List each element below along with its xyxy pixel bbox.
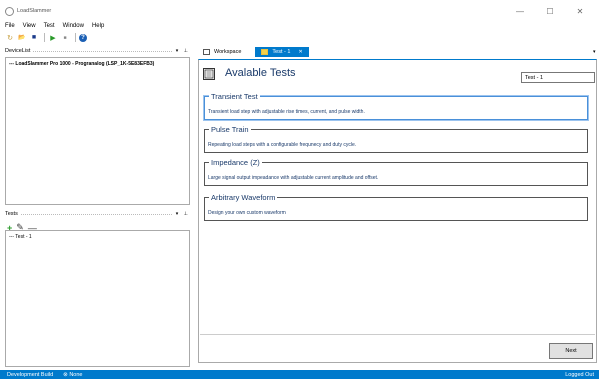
stop-icon[interactable]: ■ [60,33,70,43]
test-option-desc: Design your own custom waveform [208,210,286,216]
menu-bar: File View Test Window Help [0,20,112,31]
pane-controls[interactable]: ▾ ⊥ [176,211,190,217]
test-option-desc: Repeating load steps with a configurable… [208,142,357,148]
test-option-title: Transient Test [209,92,260,101]
tab-test-1-label: Test - 1 [272,49,291,55]
tab-overflow-icon[interactable]: ▾ [593,49,596,55]
tests-list: --- Test - 1 [5,230,190,367]
menu-view[interactable]: View [23,23,36,29]
login-status: Logged Out [565,371,594,378]
test-option-transient[interactable]: Transient Test Transient load step with … [204,92,588,120]
tab-workspace-label: Workspace [214,49,242,55]
test-name-input[interactable]: Test - 1 [521,72,595,83]
menu-help[interactable]: Help [92,23,104,29]
device-list-header: DeviceList ▾ ⊥ [5,47,190,55]
device-item[interactable]: --- LoadSlammer Pro 1000 - Progranalog (… [6,58,189,67]
toolbar: ↻ 📂 ■ ▶ ■ ? [0,31,599,44]
new-icon[interactable]: ↻ [5,33,15,43]
connection-status-text: None [69,371,83,378]
build-label: Development Build [7,371,54,378]
test-option-impedance[interactable]: Impedance (Z) Large signal output impead… [204,158,588,186]
next-button[interactable]: Next [549,343,593,359]
test-option-pulse-train[interactable]: Pulse Train Repeating load steps with a … [204,125,588,153]
tab-workspace[interactable]: Workspace [197,47,247,57]
tests-title: Tests [5,211,18,217]
test-option-desc: Large signal output impeadance with adju… [208,175,379,181]
connection-status: ⊗ None [63,371,83,378]
divider [200,334,595,335]
app-logo-icon [5,6,14,16]
menu-test[interactable]: Test [44,23,55,29]
test-list-icon [203,68,215,80]
maximize-button[interactable]: ☐ [538,0,562,22]
test-option-title: Arbitrary Waveform [209,193,278,202]
workspace-icon [203,49,210,55]
tab-test-1[interactable]: Test - 1 ✕ [255,47,309,57]
test-option-title: Pulse Train [209,125,251,134]
page-title: Avalable Tests [225,67,296,79]
menu-file[interactable]: File [5,23,15,29]
tab-bar: Workspace Test - 1 ✕ [197,47,309,57]
test-option-desc: Transient load step with adjustable rise… [208,109,365,115]
open-icon[interactable]: 📂 [17,33,27,43]
minimize-button[interactable]: — [508,0,532,22]
test-option-title: Impedance (Z) [209,158,262,167]
test-tab-icon [261,49,269,55]
tests-header: Tests ▾ ⊥ [5,210,190,218]
header-grip [33,50,173,52]
device-list: --- LoadSlammer Pro 1000 - Progranalog (… [5,57,190,205]
toolbar-divider [44,33,45,42]
save-icon[interactable]: ■ [29,33,39,43]
pane-controls[interactable]: ▾ ⊥ [176,48,190,54]
help-icon[interactable]: ? [79,33,87,42]
test-option-arbitrary[interactable]: Arbitrary Waveform Design your own custo… [204,193,588,221]
device-list-title: DeviceList [5,48,31,54]
close-window-button[interactable]: ✕ [568,0,592,22]
close-tab-icon[interactable]: ✕ [298,49,302,55]
status-bar: Development Build ⊗ None Logged Out [0,370,599,379]
header-grip [20,213,173,215]
test-list-item[interactable]: --- Test - 1 [6,231,189,240]
run-icon[interactable]: ▶ [48,33,58,43]
menu-window[interactable]: Window [63,23,84,29]
window-title: LoadSlammer [17,8,52,14]
toolbar-divider [75,33,76,42]
